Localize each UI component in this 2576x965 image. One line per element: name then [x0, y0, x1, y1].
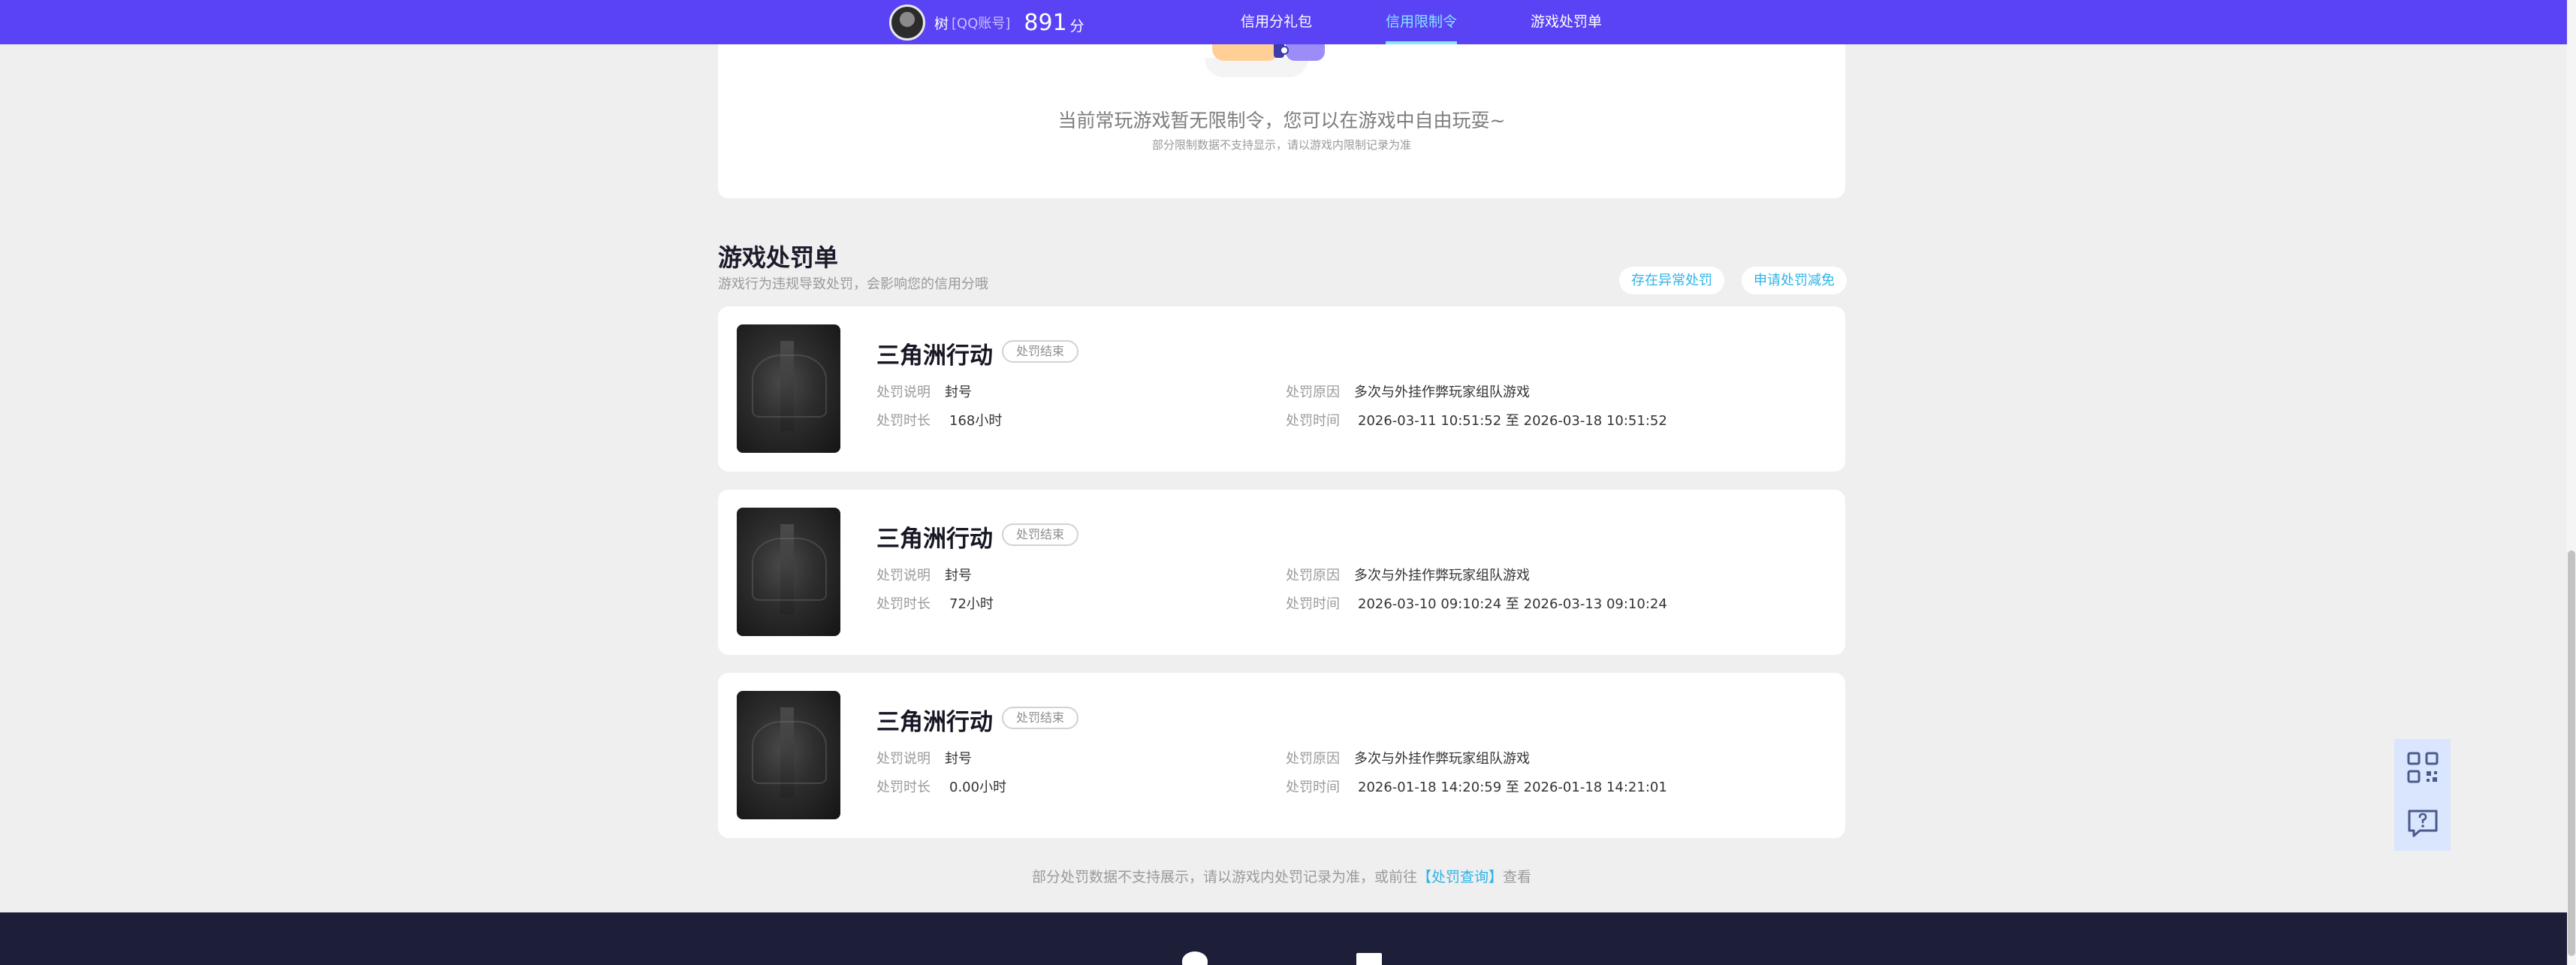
reason-value: 多次与外挂作弊玩家组队游戏 — [1354, 384, 1530, 400]
avatar[interactable] — [889, 5, 925, 41]
qr-code-icon — [2407, 752, 2438, 783]
time-label: 处罚时间 — [1286, 413, 1340, 429]
tab-game-penalty[interactable]: 游戏处罚单 — [1531, 0, 1602, 44]
site-footer — [0, 912, 2567, 965]
tab-credit-restriction[interactable]: 信用限制令 — [1386, 0, 1458, 44]
footer-note-suffix: 查看 — [1503, 869, 1532, 885]
score-unit: 分 — [1069, 17, 1084, 35]
game-name: 三角洲行动 — [876, 709, 993, 736]
duration-label: 处罚时长 — [876, 413, 931, 429]
section-description: 游戏行为违规导致处罚，会影响您的信用分哦 — [718, 276, 988, 292]
time-label: 处罚时间 — [1286, 780, 1340, 795]
duration-label: 处罚时长 — [876, 780, 931, 795]
tab-credit-gift[interactable]: 信用分礼包 — [1241, 0, 1312, 44]
abnormal-penalty-button[interactable]: 存在异常处罚 — [1619, 267, 1724, 294]
status-badge: 处罚结束 — [1002, 523, 1079, 546]
game-name: 三角洲行动 — [876, 342, 993, 369]
account-type: [QQ账号] — [952, 16, 1011, 32]
username: 树 — [934, 15, 949, 32]
description-value: 封号 — [945, 384, 972, 400]
duration-value: 0.00小时 — [949, 780, 1007, 795]
scrollbar-thumb[interactable] — [2568, 550, 2575, 956]
qr-code-button[interactable] — [2394, 739, 2451, 795]
description-value: 封号 — [945, 751, 972, 767]
time-value: 2026-03-10 09:10:24 至 2026-03-13 09:10:2… — [1358, 596, 1667, 612]
game-thumbnail — [737, 508, 840, 636]
reason-label: 处罚原因 — [1286, 751, 1340, 767]
description-label: 处罚说明 — [876, 568, 931, 584]
credit-score: 891 — [1024, 9, 1067, 36]
reason-label: 处罚原因 — [1286, 384, 1340, 400]
appeal-penalty-button[interactable]: 申请处罚减免 — [1742, 267, 1847, 294]
duration-label: 处罚时长 — [876, 596, 931, 612]
wechat-icon[interactable] — [1182, 951, 1208, 965]
penalty-card: 三角洲行动 处罚结束 处罚说明 封号 处罚时长 0.00小时 处罚原因 多次与外… — [718, 673, 1845, 838]
duration-value: 72小时 — [949, 596, 994, 612]
status-badge: 处罚结束 — [1002, 707, 1079, 729]
mail-icon[interactable] — [1356, 953, 1382, 965]
duration-value: 168小时 — [949, 413, 1003, 429]
feedback-icon — [2408, 810, 2437, 837]
game-thumbnail — [737, 324, 840, 453]
time-label: 处罚时间 — [1286, 596, 1340, 612]
penalty-footer-note: 部分处罚数据不支持展示，请以游戏内处罚记录为准，或前往【处罚查询】查看 — [718, 866, 1845, 886]
no-restriction-message: 当前常玩游戏暂无限制令，您可以在游戏中自由玩耍~ — [1057, 110, 1506, 131]
description-label: 处罚说明 — [876, 384, 931, 400]
restriction-note: 部分限制数据不支持显示，请以游戏内限制记录为准 — [1151, 138, 1411, 152]
section-title: 游戏处罚单 — [718, 243, 839, 272]
game-thumbnail — [737, 691, 840, 819]
penalty-query-link[interactable]: 【处罚查询】 — [1417, 869, 1503, 885]
empty-state-illustration — [1205, 44, 1332, 79]
restriction-card: 当前常玩游戏暂无限制令，您可以在游戏中自由玩耍~ 部分限制数据不支持显示，请以游… — [718, 44, 1845, 198]
description-value: 封号 — [945, 568, 972, 584]
penalty-card: 三角洲行动 处罚结束 处罚说明 封号 处罚时长 72小时 处罚原因 多次与外挂作… — [718, 490, 1845, 655]
user-info: 树 [QQ账号] 891 分 — [889, 4, 1084, 41]
description-label: 处罚说明 — [876, 751, 931, 767]
status-badge: 处罚结束 — [1002, 340, 1079, 363]
time-value: 2026-01-18 14:20:59 至 2026-01-18 14:21:0… — [1358, 780, 1667, 795]
reason-value: 多次与外挂作弊玩家组队游戏 — [1354, 568, 1530, 584]
penalty-card: 三角洲行动 处罚结束 处罚说明 封号 处罚时长 168小时 处罚原因 多次与外挂… — [718, 306, 1845, 472]
time-value: 2026-03-11 10:51:52 至 2026-03-18 10:51:5… — [1358, 413, 1667, 429]
reason-label: 处罚原因 — [1286, 568, 1340, 584]
top-nav-bar: 树 [QQ账号] 891 分 信用分礼包 信用限制令 游戏处罚单 — [0, 0, 2576, 44]
game-name: 三角洲行动 — [876, 526, 993, 553]
reason-value: 多次与外挂作弊玩家组队游戏 — [1354, 751, 1530, 767]
footer-note-text: 部分处罚数据不支持展示，请以游戏内处罚记录为准，或前往 — [1031, 869, 1417, 885]
feedback-button[interactable] — [2394, 795, 2451, 851]
